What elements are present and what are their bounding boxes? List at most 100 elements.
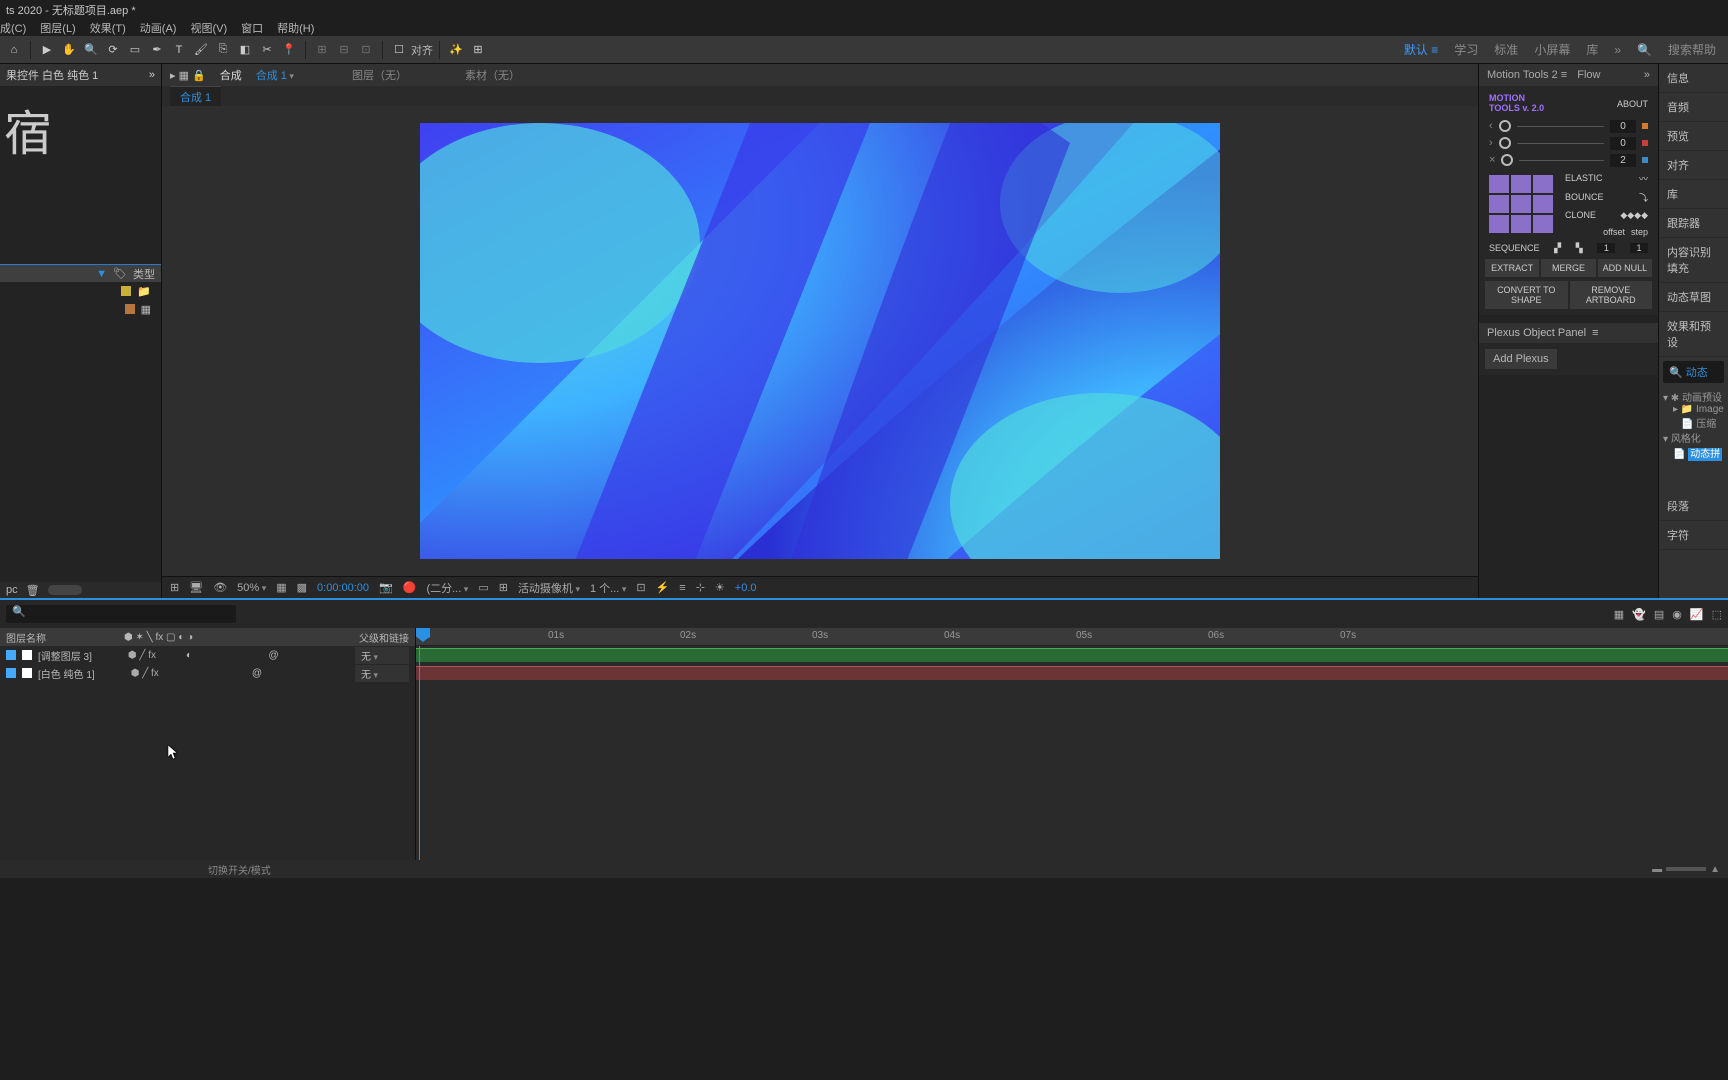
roto-tool-icon[interactable]: ✂: [257, 40, 277, 60]
comp-name-dropdown[interactable]: 合成 1: [256, 67, 294, 83]
menu-animation[interactable]: 动画(A): [140, 20, 177, 34]
zoom-dropdown[interactable]: 50%: [237, 582, 266, 594]
effect-controls-tab[interactable]: 果控件 白色 纯色 1 »: [0, 64, 161, 86]
menu-help[interactable]: 帮助(H): [277, 20, 314, 34]
orbit-tool-icon[interactable]: ⟳: [103, 40, 123, 60]
layer-tab[interactable]: 图层（无）: [352, 67, 407, 83]
search-toggle[interactable]: [48, 585, 82, 595]
home-icon[interactable]: ⌂: [4, 40, 24, 60]
tab-align[interactable]: 对齐: [1659, 151, 1728, 180]
workspace-default[interactable]: 默认 ≡: [1404, 41, 1438, 58]
pen-tool-icon[interactable]: ✒: [147, 40, 167, 60]
project-item-solids[interactable]: 📁: [0, 282, 161, 300]
resolution-icon[interactable]: ▦: [276, 581, 286, 594]
tl-comp-mini-icon[interactable]: ▦: [1614, 608, 1624, 621]
layer-switches-2[interactable]: ⬢ ╱ fx: [131, 668, 159, 679]
tree-group-presets[interactable]: ▾ ✱ 动画预设: [1663, 389, 1724, 404]
workspace-learn[interactable]: 学习: [1454, 41, 1478, 58]
tab-motion-tools[interactable]: Motion Tools 2 ≡: [1487, 69, 1567, 81]
text-tool-icon[interactable]: T: [169, 40, 189, 60]
slider-z[interactable]: ×2: [1483, 152, 1654, 169]
exposure-value[interactable]: +0.0: [735, 582, 757, 594]
tl-shy-icon[interactable]: 👻: [1632, 608, 1646, 621]
sequence-v2[interactable]: 1: [1630, 243, 1648, 253]
sequence-stairs-up-icon[interactable]: ▞: [1554, 243, 1561, 254]
convert-shape-button[interactable]: CONVERT TO SHAPE: [1485, 281, 1568, 309]
visibility-toggle-icon[interactable]: [6, 650, 16, 660]
parent-dropdown-2[interactable]: 无: [355, 665, 409, 682]
tab-paragraph[interactable]: 段落: [1659, 492, 1728, 521]
search-icon[interactable]: 🔍: [1637, 43, 1652, 57]
tab-motion-sketch[interactable]: 动态草图: [1659, 283, 1728, 312]
tabs-overflow-icon[interactable]: »: [1644, 69, 1650, 81]
flowchart-icon[interactable]: ⊹: [696, 581, 705, 594]
menu-view[interactable]: 视图(V): [190, 20, 227, 34]
camera-dropdown[interactable]: 活动摄像机: [518, 580, 580, 596]
about-button[interactable]: ABOUT: [1617, 99, 1648, 109]
workspace-library[interactable]: 库: [1586, 41, 1598, 58]
workspace-standard[interactable]: 标准: [1494, 41, 1518, 58]
zoom-in-icon[interactable]: ▲: [1710, 864, 1720, 875]
tab-info[interactable]: 信息: [1659, 64, 1728, 93]
mask-icon[interactable]: 👁: [213, 581, 227, 594]
selection-tool-icon[interactable]: ▶: [37, 40, 57, 60]
column-type-header[interactable]: 类型: [133, 266, 155, 282]
tl-draft3d-icon[interactable]: ⬚: [1712, 608, 1722, 621]
add-null-button[interactable]: ADD NULL: [1598, 259, 1652, 277]
tl-graph-icon[interactable]: 📈: [1690, 608, 1704, 621]
visibility-toggle-icon[interactable]: [6, 668, 16, 678]
effects-search-input[interactable]: 🔍 动态: [1663, 361, 1724, 383]
composition-viewport[interactable]: [420, 123, 1220, 559]
comp-subtab[interactable]: 合成 1: [170, 86, 221, 107]
tab-effects-presets[interactable]: 效果和预设: [1659, 312, 1728, 357]
zoom-out-icon[interactable]: ▬: [1652, 864, 1662, 875]
track-bar-1[interactable]: [416, 646, 1728, 664]
tree-item-tile[interactable]: 📄 动态拼: [1663, 445, 1724, 460]
bounce-curve-icon[interactable]: ⤵: [1639, 191, 1648, 204]
eraser-tool-icon[interactable]: ◧: [235, 40, 255, 60]
grid-guides-icon[interactable]: ⊞: [499, 581, 508, 594]
panel-overflow-icon[interactable]: »: [149, 69, 155, 81]
bpc-toggle[interactable]: pc: [6, 584, 18, 596]
anchor-point-grid[interactable]: [1483, 169, 1559, 240]
layer-color-swatch[interactable]: [22, 650, 32, 660]
exposure-reset-icon[interactable]: ☀: [715, 581, 725, 594]
tree-item-compress[interactable]: 📄 压缩: [1663, 415, 1724, 430]
time-ruler[interactable]: 0s 01s 02s 03s 04s 05s 06s 07s: [416, 628, 1728, 646]
tree-item-image[interactable]: ▸ 📁 Image: [1663, 404, 1724, 415]
clone-tool-icon[interactable]: ⎘: [213, 40, 233, 60]
views-dropdown[interactable]: 1 个...: [590, 580, 626, 596]
menu-window[interactable]: 窗口: [241, 20, 263, 34]
magnify-icon[interactable]: ⊞: [170, 581, 179, 594]
layer-switches-1[interactable]: ⬢ ╱ fx: [128, 650, 156, 661]
workspace-overflow-icon[interactable]: »: [1614, 43, 1621, 57]
zoom-tool-icon[interactable]: 🔍: [81, 40, 101, 60]
pickwhip-icon[interactable]: @: [268, 650, 278, 661]
slider-x[interactable]: ‹0: [1483, 118, 1654, 135]
roi-icon[interactable]: ▭: [478, 581, 488, 594]
timeline-search-input[interactable]: 🔍: [6, 605, 236, 623]
snapshot-icon[interactable]: 📷: [379, 581, 393, 594]
current-time[interactable]: 0:00:00:00: [317, 582, 369, 594]
tab-content-aware[interactable]: 内容识别填充: [1659, 238, 1728, 283]
footage-tab[interactable]: 素材（无）: [465, 67, 520, 83]
zoom-slider[interactable]: [1666, 867, 1706, 871]
hand-tool-icon[interactable]: ✋: [59, 40, 79, 60]
layer-row-1[interactable]: [调整图层 3] ⬢ ╱ fx ◐ @ 无: [0, 646, 415, 664]
slider-y[interactable]: ›0: [1483, 135, 1654, 152]
comp-panel-menu-icon[interactable]: ▸ ▦ 🔒: [170, 69, 206, 82]
layer-row-2[interactable]: [白色 纯色 1] ⬢ ╱ fx @ 无: [0, 664, 415, 682]
display-icon[interactable]: 🖥: [189, 581, 203, 594]
tab-audio[interactable]: 音频: [1659, 93, 1728, 122]
add-plexus-button[interactable]: Add Plexus: [1485, 349, 1557, 369]
grid-icon[interactable]: ⊞: [468, 40, 488, 60]
tab-tracker[interactable]: 跟踪器: [1659, 209, 1728, 238]
channel-icon[interactable]: 🔴: [403, 581, 417, 594]
menu-comp[interactable]: 成(C): [0, 20, 26, 34]
toggle-switches-modes[interactable]: 切换开关/模式: [208, 862, 271, 877]
tl-frame-blend-icon[interactable]: ▤: [1654, 608, 1664, 621]
resolution-dropdown[interactable]: (二分...: [426, 580, 468, 596]
adjustment-layer-icon[interactable]: ◐: [186, 650, 192, 661]
sequence-stairs-down-icon[interactable]: ▚: [1576, 243, 1583, 254]
elastic-curve-icon[interactable]: 〰: [1639, 172, 1648, 185]
